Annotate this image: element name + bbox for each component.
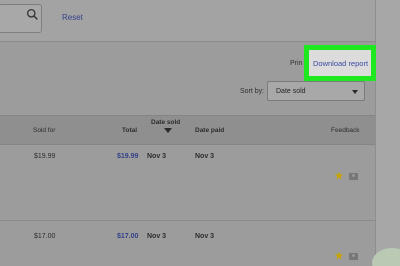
camera-icon (349, 253, 358, 260)
row-2-date-sold: Nov 3 (147, 233, 167, 240)
camera-icon (349, 173, 358, 180)
sort-selected-value: Date sold (276, 88, 306, 95)
row-2-total[interactable]: $17.00 (117, 233, 138, 240)
search-icon (26, 8, 38, 20)
star-icon (335, 251, 343, 260)
header-total[interactable]: Total (122, 127, 137, 134)
row-1-sold-for: $19.99 (34, 153, 56, 160)
row-2-feedback[interactable] (335, 251, 359, 261)
row-divider (0, 220, 375, 221)
download-report-link[interactable]: Download report (313, 59, 368, 68)
row-1-date-paid: Nov 3 (195, 153, 215, 160)
top-search-bar: Reset (0, 0, 400, 42)
print-link[interactable]: Prin (290, 60, 302, 67)
search-button[interactable] (22, 5, 42, 25)
star-icon (335, 171, 343, 180)
chevron-down-icon (352, 90, 358, 94)
header-date-paid[interactable]: Date paid (195, 127, 224, 134)
sort-select[interactable]: Date sold (267, 81, 365, 101)
row-1-total[interactable]: $19.99 (117, 153, 138, 160)
row-2-sold-for: $17.00 (34, 233, 56, 240)
row-1-date-sold: Nov 3 (147, 153, 167, 160)
side-rail (375, 0, 400, 266)
reset-link[interactable]: Reset (62, 13, 83, 22)
row-2-date-paid: Nov 3 (195, 233, 215, 240)
sort-by-label: Sort by: (240, 88, 265, 95)
header-sold-for: Sold for (33, 127, 56, 134)
header-feedback: Feedback (331, 127, 360, 134)
table-header (0, 115, 375, 145)
row-1-feedback[interactable] (335, 171, 359, 181)
sort-desc-icon (164, 128, 172, 133)
header-date-sold[interactable]: Date sold (151, 119, 180, 126)
